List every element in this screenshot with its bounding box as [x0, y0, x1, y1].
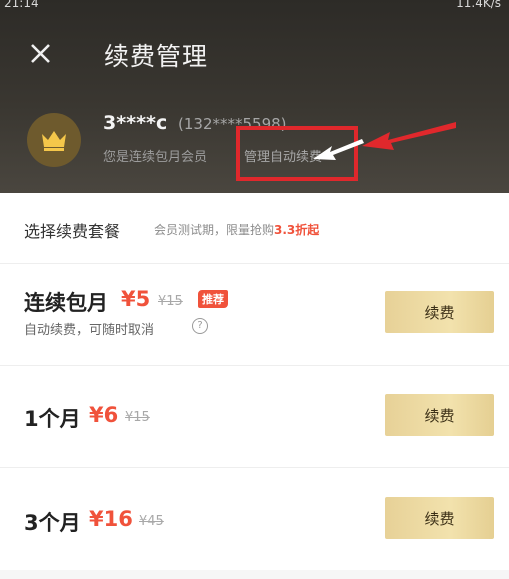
- plan-name: 1个月: [24, 407, 81, 431]
- renew-button[interactable]: 续费: [385, 291, 494, 333]
- plan-three-months[interactable]: 3个月 ¥16 ¥45 续费: [0, 467, 509, 571]
- promo-note: 会员测试期，限量抢购3.3折起: [154, 221, 319, 238]
- annotation-arrow-icon: [362, 122, 456, 150]
- renew-button[interactable]: 续费: [385, 394, 494, 436]
- user-name: 3****c: [103, 112, 168, 134]
- promo-discount: 3.3折起: [274, 223, 320, 237]
- plan-one-month[interactable]: 1个月 ¥6 ¥15 续费: [0, 365, 509, 468]
- annotation-pointer-icon: [313, 139, 364, 160]
- status-time: 21:14: [4, 0, 39, 10]
- recommend-badge: 推荐: [198, 290, 228, 308]
- plan-original-price: ¥15: [125, 410, 150, 425]
- help-icon[interactable]: ?: [192, 318, 208, 334]
- renew-button[interactable]: 续费: [385, 497, 494, 539]
- plan-original-price: ¥15: [158, 294, 183, 309]
- status-bar: 21:14 11.4K/s: [0, 0, 509, 14]
- plan-price: ¥16: [89, 507, 133, 531]
- plan-original-price: ¥45: [139, 514, 164, 529]
- plan-description: 自动续费，可随时取消: [24, 323, 155, 338]
- title-bar: 续费管理: [0, 24, 509, 80]
- plan-section-header: 选择续费套餐 会员测试期，限量抢购3.3折起: [0, 193, 509, 264]
- crown-icon: [42, 131, 66, 151]
- avatar: [27, 113, 81, 167]
- promo-note-text: 会员测试期，限量抢购: [154, 223, 275, 237]
- membership-status: 您是连续包月会员: [103, 150, 208, 165]
- page-title: 续费管理: [104, 42, 209, 71]
- plan-price: ¥5: [121, 287, 151, 311]
- close-icon: [31, 44, 50, 63]
- plan-monthly-auto[interactable]: 连续包月 ¥5 ¥15 推荐 自动续费，可随时取消 ? 续费: [0, 263, 509, 366]
- plan-price: ¥6: [89, 403, 119, 427]
- plan-name: 连续包月: [24, 291, 108, 315]
- status-network: 11.4K/s: [456, 0, 501, 10]
- plan-name: 3个月: [24, 511, 81, 535]
- section-title: 选择续费套餐: [24, 222, 121, 241]
- bottom-strip: [0, 570, 509, 579]
- close-button[interactable]: [26, 38, 56, 68]
